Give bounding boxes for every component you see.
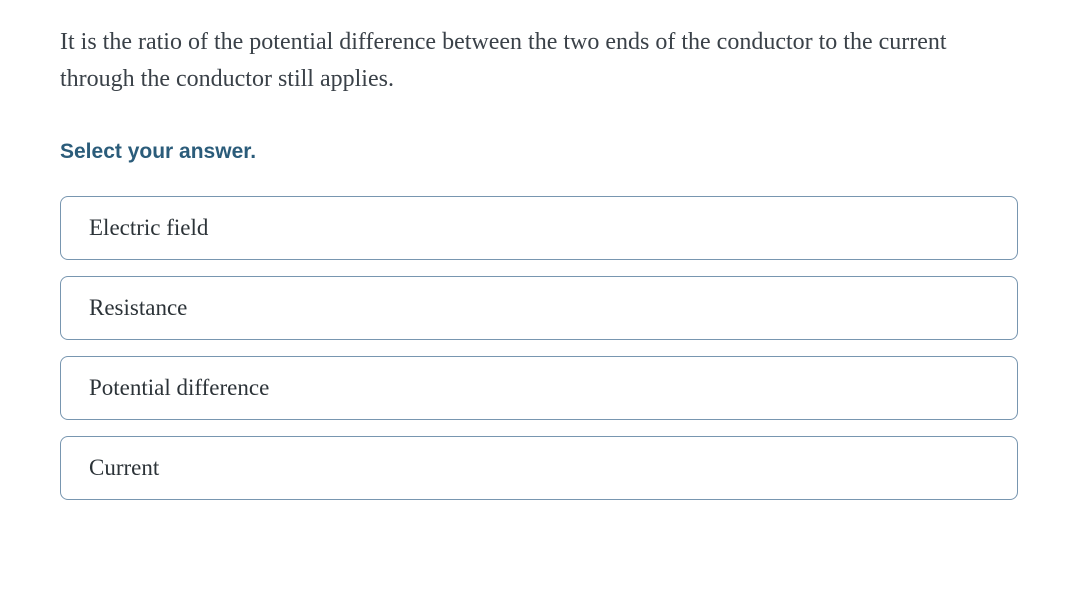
option-resistance[interactable]: Resistance [60,276,1018,340]
option-label: Current [89,455,159,480]
option-label: Potential difference [89,375,269,400]
option-potential-difference[interactable]: Potential difference [60,356,1018,420]
options-container: Electric field Resistance Potential diff… [60,196,1018,500]
option-label: Resistance [89,295,187,320]
question-text: It is the ratio of the potential differe… [60,24,1018,98]
option-electric-field[interactable]: Electric field [60,196,1018,260]
option-current[interactable]: Current [60,436,1018,500]
instruction-text: Select your answer. [60,140,1018,164]
option-label: Electric field [89,215,208,240]
